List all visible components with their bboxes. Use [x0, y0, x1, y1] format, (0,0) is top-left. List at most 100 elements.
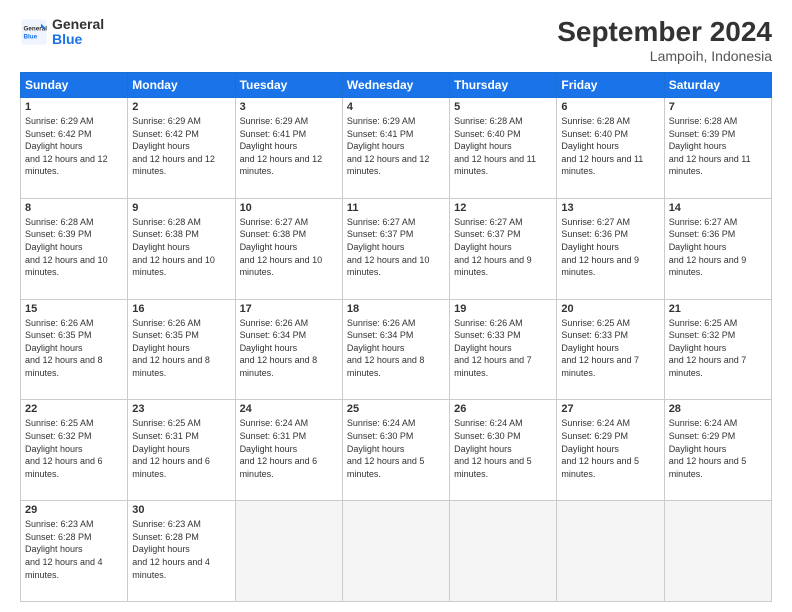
logo: General Blue General Blue [20, 16, 104, 48]
table-row [557, 501, 664, 602]
day-info: Sunrise: 6:28 AMSunset: 6:40 PMDaylight … [454, 115, 552, 178]
day-info: Sunrise: 6:26 AMSunset: 6:33 PMDaylight … [454, 317, 552, 380]
month-title: September 2024 [557, 16, 772, 48]
table-row: 6 Sunrise: 6:28 AMSunset: 6:40 PMDaylight… [557, 98, 664, 199]
day-number: 15 [25, 303, 123, 315]
day-info: Sunrise: 6:23 AMSunset: 6:28 PMDaylight … [132, 518, 230, 581]
table-row: 28Sunrise: 6:24 AMSunset: 6:29 PMDayligh… [664, 400, 771, 501]
table-row: 19 Sunrise: 6:26 AMSunset: 6:33 PMDayligh… [450, 299, 557, 400]
day-info: Sunrise: 6:29 AMSunset: 6:41 PMDaylight … [240, 115, 338, 178]
calendar-row: 1Sunrise: 6:29 AMSunset: 6:42 PMDaylight… [21, 98, 772, 199]
day-info: Sunrise: 6:26 AMSunset: 6:35 PMDaylight … [25, 317, 123, 380]
table-row: 4Sunrise: 6:29 AMSunset: 6:41 PMDaylight… [342, 98, 449, 199]
table-row: 17 Sunrise: 6:26 AMSunset: 6:34 PMDayligh… [235, 299, 342, 400]
header: General Blue General Blue September 2024… [20, 16, 772, 64]
day-info: Sunrise: 6:26 AMSunset: 6:34 PMDaylight … [240, 317, 338, 380]
table-row: 16 Sunrise: 6:26 AMSunset: 6:35 PMDayligh… [128, 299, 235, 400]
table-row: 23Sunrise: 6:25 AMSunset: 6:31 PMDayligh… [128, 400, 235, 501]
day-info: Sunrise: 6:25 AMSunset: 6:32 PMDaylight … [25, 417, 123, 480]
day-number: 24 [240, 403, 338, 415]
table-row: 8 Sunrise: 6:28 AMSunset: 6:39 PMDaylight… [21, 198, 128, 299]
table-row: 1Sunrise: 6:29 AMSunset: 6:42 PMDaylight… [21, 98, 128, 199]
table-row: 5 Sunrise: 6:28 AMSunset: 6:40 PMDaylight… [450, 98, 557, 199]
day-number: 20 [561, 303, 659, 315]
day-number: 14 [669, 202, 767, 214]
calendar-row: 29 Sunrise: 6:23 AMSunset: 6:28 PMDayligh… [21, 501, 772, 602]
col-tuesday: Tuesday [235, 73, 342, 98]
day-number: 6 [561, 101, 659, 113]
col-monday: Monday [128, 73, 235, 98]
col-saturday: Saturday [664, 73, 771, 98]
day-number: 22 [25, 403, 123, 415]
col-wednesday: Wednesday [342, 73, 449, 98]
logo-wordmark: General Blue [52, 16, 104, 48]
day-number: 29 [25, 504, 123, 516]
day-info: Sunrise: 6:28 AMSunset: 6:38 PMDaylight … [132, 216, 230, 279]
day-number: 12 [454, 202, 552, 214]
table-row: 13Sunrise: 6:27 AMSunset: 6:36 PMDayligh… [557, 198, 664, 299]
logo-blue: Blue [52, 31, 104, 48]
table-row: 2 Sunrise: 6:29 AMSunset: 6:42 PMDaylight… [128, 98, 235, 199]
table-row: 29 Sunrise: 6:23 AMSunset: 6:28 PMDayligh… [21, 501, 128, 602]
calendar-header: Sunday Monday Tuesday Wednesday Thursday… [21, 73, 772, 98]
table-row: 12 Sunrise: 6:27 AMSunset: 6:37 PMDayligh… [450, 198, 557, 299]
calendar-body: 1Sunrise: 6:29 AMSunset: 6:42 PMDaylight… [21, 98, 772, 602]
day-info: Sunrise: 6:29 AMSunset: 6:42 PMDaylight … [25, 115, 123, 178]
calendar-row: 15 Sunrise: 6:26 AMSunset: 6:35 PMDayligh… [21, 299, 772, 400]
calendar-table: Sunday Monday Tuesday Wednesday Thursday… [20, 72, 772, 602]
day-info: Sunrise: 6:25 AMSunset: 6:33 PMDaylight … [561, 317, 659, 380]
day-info: Sunrise: 6:24 AMSunset: 6:31 PMDaylight … [240, 417, 338, 480]
day-info: Sunrise: 6:27 AMSunset: 6:37 PMDaylight … [347, 216, 445, 279]
table-row [450, 501, 557, 602]
table-row: 14 Sunrise: 6:27 AMSunset: 6:36 PMDayligh… [664, 198, 771, 299]
calendar-row: 22 Sunrise: 6:25 AMSunset: 6:32 PMDayligh… [21, 400, 772, 501]
day-info: Sunrise: 6:27 AMSunset: 6:37 PMDaylight … [454, 216, 552, 279]
day-number: 19 [454, 303, 552, 315]
day-info: Sunrise: 6:27 AMSunset: 6:36 PMDaylight … [669, 216, 767, 279]
table-row: 10 Sunrise: 6:27 AMSunset: 6:38 PMDayligh… [235, 198, 342, 299]
day-number: 3 [240, 101, 338, 113]
day-number: 7 [669, 101, 767, 113]
day-number: 5 [454, 101, 552, 113]
day-number: 27 [561, 403, 659, 415]
day-number: 2 [132, 101, 230, 113]
day-number: 11 [347, 202, 445, 214]
day-number: 17 [240, 303, 338, 315]
day-info: Sunrise: 6:29 AMSunset: 6:42 PMDaylight … [132, 115, 230, 178]
table-row: 3 Sunrise: 6:29 AMSunset: 6:41 PMDaylight… [235, 98, 342, 199]
table-row: 30 Sunrise: 6:23 AMSunset: 6:28 PMDayligh… [128, 501, 235, 602]
day-number: 21 [669, 303, 767, 315]
page: General Blue General Blue September 2024… [0, 0, 792, 612]
day-number: 28 [669, 403, 767, 415]
day-number: 8 [25, 202, 123, 214]
day-number: 4 [347, 101, 445, 113]
day-number: 26 [454, 403, 552, 415]
table-row: 15 Sunrise: 6:26 AMSunset: 6:35 PMDayligh… [21, 299, 128, 400]
day-number: 30 [132, 504, 230, 516]
header-row: Sunday Monday Tuesday Wednesday Thursday… [21, 73, 772, 98]
day-info: Sunrise: 6:28 AMSunset: 6:40 PMDaylight … [561, 115, 659, 178]
day-info: Sunrise: 6:24 AMSunset: 6:30 PMDaylight … [347, 417, 445, 480]
day-info: Sunrise: 6:28 AMSunset: 6:39 PMDaylight … [669, 115, 767, 178]
day-info: Sunrise: 6:24 AMSunset: 6:30 PMDaylight … [454, 417, 552, 480]
day-info: Sunrise: 6:27 AMSunset: 6:38 PMDaylight … [240, 216, 338, 279]
table-row: 20 Sunrise: 6:25 AMSunset: 6:33 PMDayligh… [557, 299, 664, 400]
col-sunday: Sunday [21, 73, 128, 98]
calendar-row: 8 Sunrise: 6:28 AMSunset: 6:39 PMDaylight… [21, 198, 772, 299]
day-number: 9 [132, 202, 230, 214]
day-number: 13 [561, 202, 659, 214]
table-row: 21Sunrise: 6:25 AMSunset: 6:32 PMDayligh… [664, 299, 771, 400]
day-info: Sunrise: 6:26 AMSunset: 6:35 PMDaylight … [132, 317, 230, 380]
logo-icon: General Blue [20, 18, 48, 46]
table-row: 22 Sunrise: 6:25 AMSunset: 6:32 PMDayligh… [21, 400, 128, 501]
day-number: 10 [240, 202, 338, 214]
svg-text:Blue: Blue [24, 33, 38, 40]
table-row: 18Sunrise: 6:26 AMSunset: 6:34 PMDayligh… [342, 299, 449, 400]
day-info: Sunrise: 6:23 AMSunset: 6:28 PMDaylight … [25, 518, 123, 581]
day-info: Sunrise: 6:28 AMSunset: 6:39 PMDaylight … [25, 216, 123, 279]
title-area: September 2024 Lampoih, Indonesia [557, 16, 772, 64]
day-number: 16 [132, 303, 230, 315]
day-info: Sunrise: 6:25 AMSunset: 6:31 PMDaylight … [132, 417, 230, 480]
location-subtitle: Lampoih, Indonesia [557, 48, 772, 64]
table-row: 7 Sunrise: 6:28 AMSunset: 6:39 PMDaylight… [664, 98, 771, 199]
